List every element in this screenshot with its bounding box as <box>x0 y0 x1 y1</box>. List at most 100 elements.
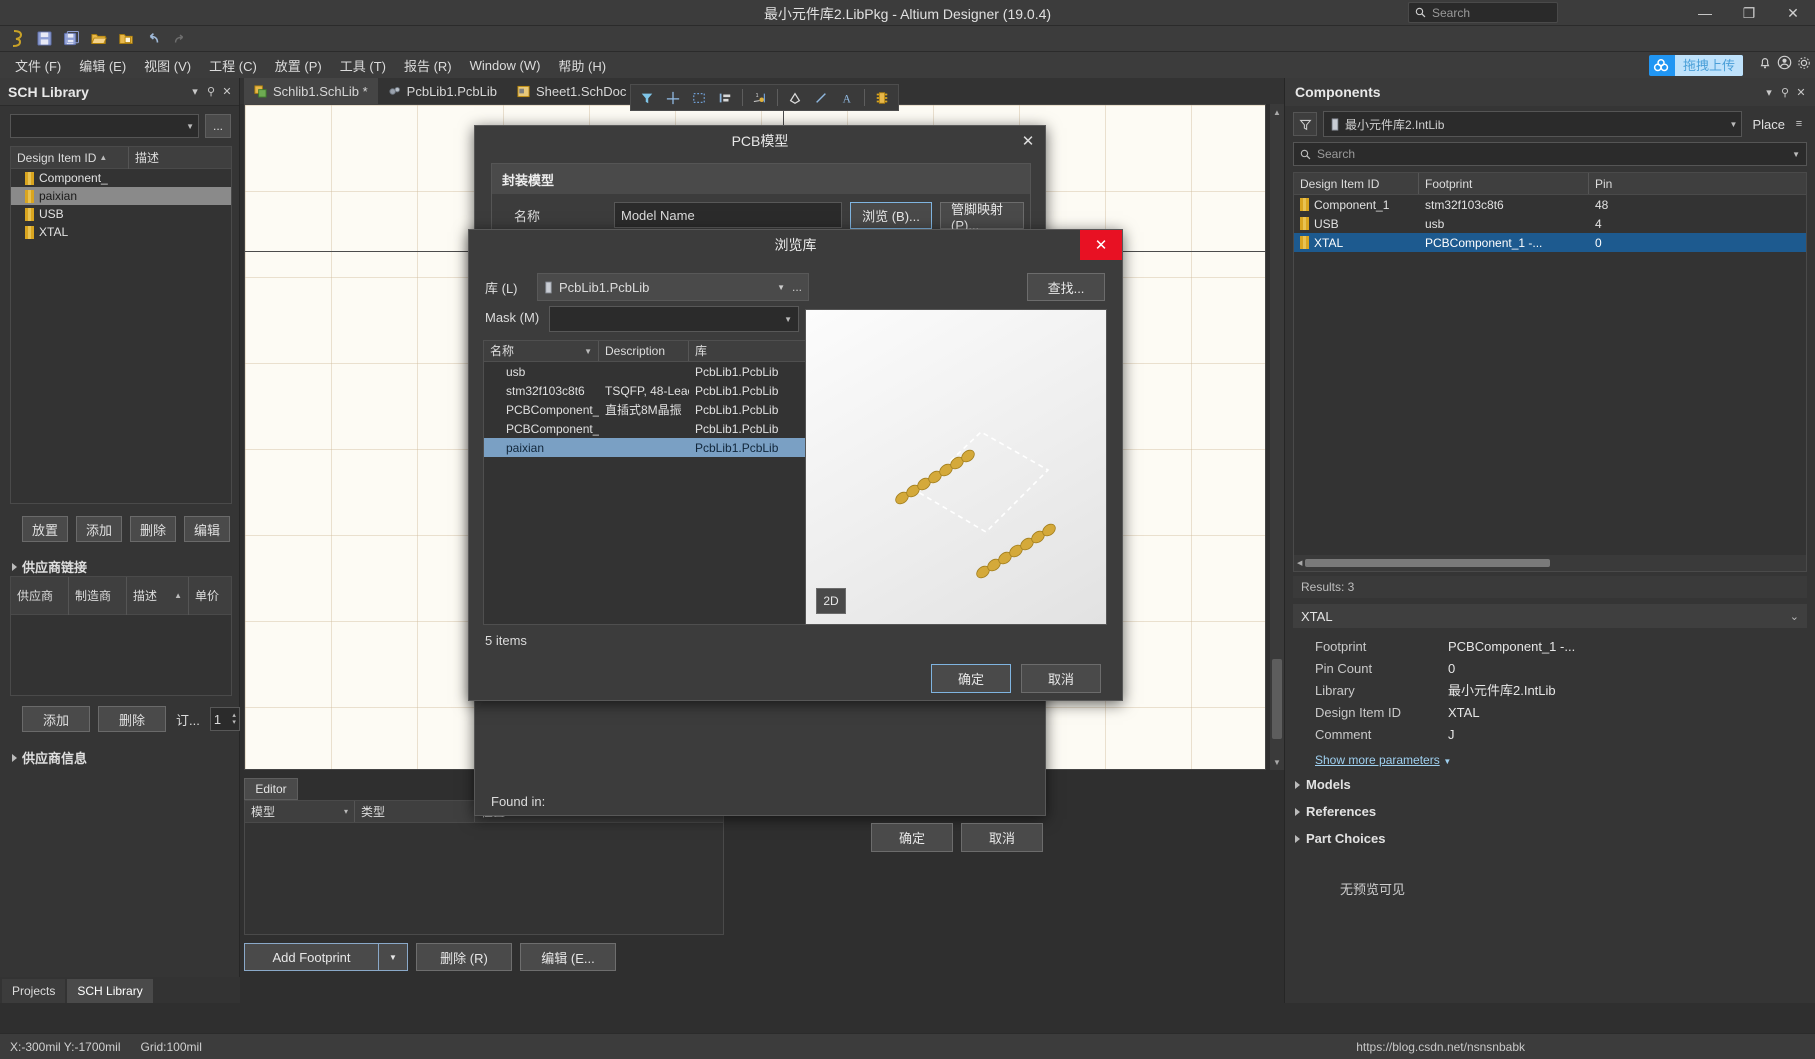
col-supplier[interactable]: 供应商 <box>11 576 69 615</box>
component-detail-header[interactable]: XTAL ⌄ <box>1293 604 1807 628</box>
components-search-input[interactable]: Search ▼ <box>1293 142 1807 166</box>
library-ellipsis-button[interactable]: ... <box>792 280 802 294</box>
chevron-down-icon[interactable]: ▾ <box>187 82 203 102</box>
components-table-row-0[interactable]: Component_1 stm32f103c8t6 48 <box>1294 195 1806 214</box>
footprint-row-1[interactable]: stm32f103c8t6 TSQFP, 48-Leac PcbLib1.Pcb… <box>484 381 806 400</box>
tab-projects[interactable]: Projects <box>2 979 66 1003</box>
component-row-1[interactable]: paixian <box>11 187 231 205</box>
edit-footprint-button[interactable]: 编辑 (E... <box>520 943 616 971</box>
supplier-links-section-header[interactable]: 供应商链接 <box>12 557 87 576</box>
browse-library-cancel-button[interactable]: 取消 <box>1021 664 1101 693</box>
component-icon[interactable] <box>870 86 894 109</box>
component-row-0[interactable]: Component_ <box>11 169 231 187</box>
chevron-down-icon[interactable]: ▼ <box>1443 757 1451 766</box>
menu-project[interactable]: 工程 (C) <box>200 53 266 78</box>
col-description[interactable]: Description <box>599 341 689 361</box>
scroll-up-icon[interactable]: ▲ <box>1270 106 1284 118</box>
footprint-row-3[interactable]: PCBComponent_1 PcbLib1.PcbLib <box>484 419 806 438</box>
accordion-references[interactable]: References <box>1285 798 1815 825</box>
close-icon[interactable]: ✕ <box>219 82 235 102</box>
global-search-input[interactable]: Search <box>1408 2 1558 23</box>
delete-footprint-button[interactable]: 删除 (R) <box>416 943 512 971</box>
col-footprint[interactable]: Footprint <box>1419 173 1589 194</box>
restore-button[interactable]: ❐ <box>1727 0 1771 26</box>
scroll-left-icon[interactable]: ◀ <box>1294 559 1305 567</box>
panel-menu-icon[interactable]: ≡ <box>1791 114 1807 134</box>
library-filter-combo[interactable]: ▼ <box>10 114 199 138</box>
document-tab-pcblib[interactable]: PcbLib1.PcbLib <box>378 78 507 104</box>
settings-gear-icon[interactable] <box>1797 56 1811 73</box>
edit-button[interactable]: 编辑 <box>184 516 230 542</box>
components-table-horizontal-scrollbar[interactable]: ◀ <box>1294 555 1806 571</box>
supplier-add-button[interactable]: 添加 <box>22 706 90 732</box>
component-row-3[interactable]: XTAL <box>11 223 231 241</box>
undo-icon[interactable] <box>139 27 166 51</box>
model-name-input[interactable]: Model Name <box>614 202 842 228</box>
pcb-model-cancel-button[interactable]: 取消 <box>961 823 1043 852</box>
line-icon[interactable] <box>809 86 833 109</box>
col-unit-price[interactable]: 单价 <box>189 577 231 615</box>
align-left-icon[interactable] <box>713 86 737 109</box>
browse-library-ok-button[interactable]: 确定 <box>931 664 1011 693</box>
altium-logo-icon[interactable] <box>4 27 31 51</box>
account-icon[interactable] <box>1777 55 1792 73</box>
col-type[interactable]: 类型 <box>355 801 475 822</box>
pin-icon[interactable]: ⚲ <box>203 82 219 102</box>
eraser-icon[interactable] <box>783 86 807 109</box>
menu-file[interactable]: 文件 (F) <box>6 53 70 78</box>
scrollbar-thumb[interactable] <box>1305 559 1551 567</box>
document-tab-schdoc[interactable]: Sheet1.SchDoc <box>507 78 636 104</box>
preview-view-mode-badge[interactable]: 2D <box>816 588 846 614</box>
scrollbar-thumb[interactable] <box>1272 659 1282 739</box>
place-button[interactable]: Place <box>1748 117 1785 132</box>
footprint-preview[interactable]: 2D <box>805 309 1107 625</box>
open-project-icon[interactable] <box>112 27 139 51</box>
delete-button[interactable]: 删除 <box>130 516 176 542</box>
supplier-delete-button[interactable]: 删除 <box>98 706 166 732</box>
show-more-parameters-link[interactable]: Show more parameters <box>1293 753 1440 767</box>
chevron-down-icon[interactable]: ▾ <box>1761 82 1777 102</box>
col-design-item-id[interactable]: Design Item ID <box>17 147 96 169</box>
footprint-row-4[interactable]: paixian PcbLib1.PcbLib <box>484 438 806 457</box>
menu-edit[interactable]: 编辑 (E) <box>70 53 135 78</box>
close-button[interactable]: ✕ <box>1771 0 1815 26</box>
find-button[interactable]: 查找... <box>1027 273 1105 301</box>
components-table-row-2[interactable]: XTAL PCBComponent_1 -... 0 <box>1294 233 1806 252</box>
col-library[interactable]: 库 <box>689 341 806 361</box>
col-manufacturer[interactable]: 制造商 <box>69 576 127 615</box>
save-all-icon[interactable] <box>58 27 85 51</box>
tab-sch-library[interactable]: SCH Library <box>67 979 153 1003</box>
add-footprint-button[interactable]: Add Footprint <box>244 943 379 971</box>
select-area-icon[interactable] <box>687 86 711 109</box>
footprint-row-0[interactable]: usb PcbLib1.PcbLib <box>484 362 806 381</box>
save-icon[interactable] <box>31 27 58 51</box>
filter-icon[interactable] <box>635 86 659 109</box>
close-icon[interactable]: ✕ <box>1793 82 1809 102</box>
menu-place[interactable]: 放置 (P) <box>266 53 331 78</box>
redo-icon[interactable] <box>166 27 193 51</box>
editor-tab[interactable]: Editor <box>244 778 298 800</box>
chevron-double-down-icon[interactable]: ⌄ <box>1790 610 1799 623</box>
supplier-info-section-header[interactable]: 供应商信息 <box>12 748 87 767</box>
notification-bell-icon[interactable] <box>1758 56 1772 73</box>
pin-map-button[interactable]: 管脚映射 (P)... <box>940 202 1024 233</box>
order-quantity-stepper[interactable]: 1 ▴ ▾ <box>209 707 240 731</box>
browse-button[interactable]: 浏览 (B)... <box>850 202 932 229</box>
text-icon[interactable]: A <box>835 86 859 109</box>
place-button[interactable]: 放置 <box>22 516 68 542</box>
open-icon[interactable] <box>85 27 112 51</box>
col-pin[interactable]: Pin <box>1589 173 1806 194</box>
menu-view[interactable]: 视图 (V) <box>135 53 200 78</box>
pin-icon[interactable]: ⚲ <box>1777 82 1793 102</box>
add-button[interactable]: 添加 <box>76 516 122 542</box>
close-icon[interactable]: ✕ <box>1080 230 1122 260</box>
mask-input[interactable]: ▼ <box>549 306 799 332</box>
components-library-combo[interactable]: 最小元件库2.IntLib ▼ <box>1323 111 1743 137</box>
menu-help[interactable]: 帮助 (H) <box>549 53 615 78</box>
close-icon[interactable]: ✕ <box>1017 130 1039 152</box>
document-tab-schlib[interactable]: Schlib1.SchLib * <box>244 78 378 104</box>
col-design-item-id[interactable]: Design Item ID <box>1294 173 1419 194</box>
cloud-upload-badge[interactable]: 拖拽上传 <box>1648 55 1743 76</box>
library-filter-ellipsis-button[interactable]: ... <box>205 114 231 138</box>
crosshair-icon[interactable] <box>661 86 685 109</box>
